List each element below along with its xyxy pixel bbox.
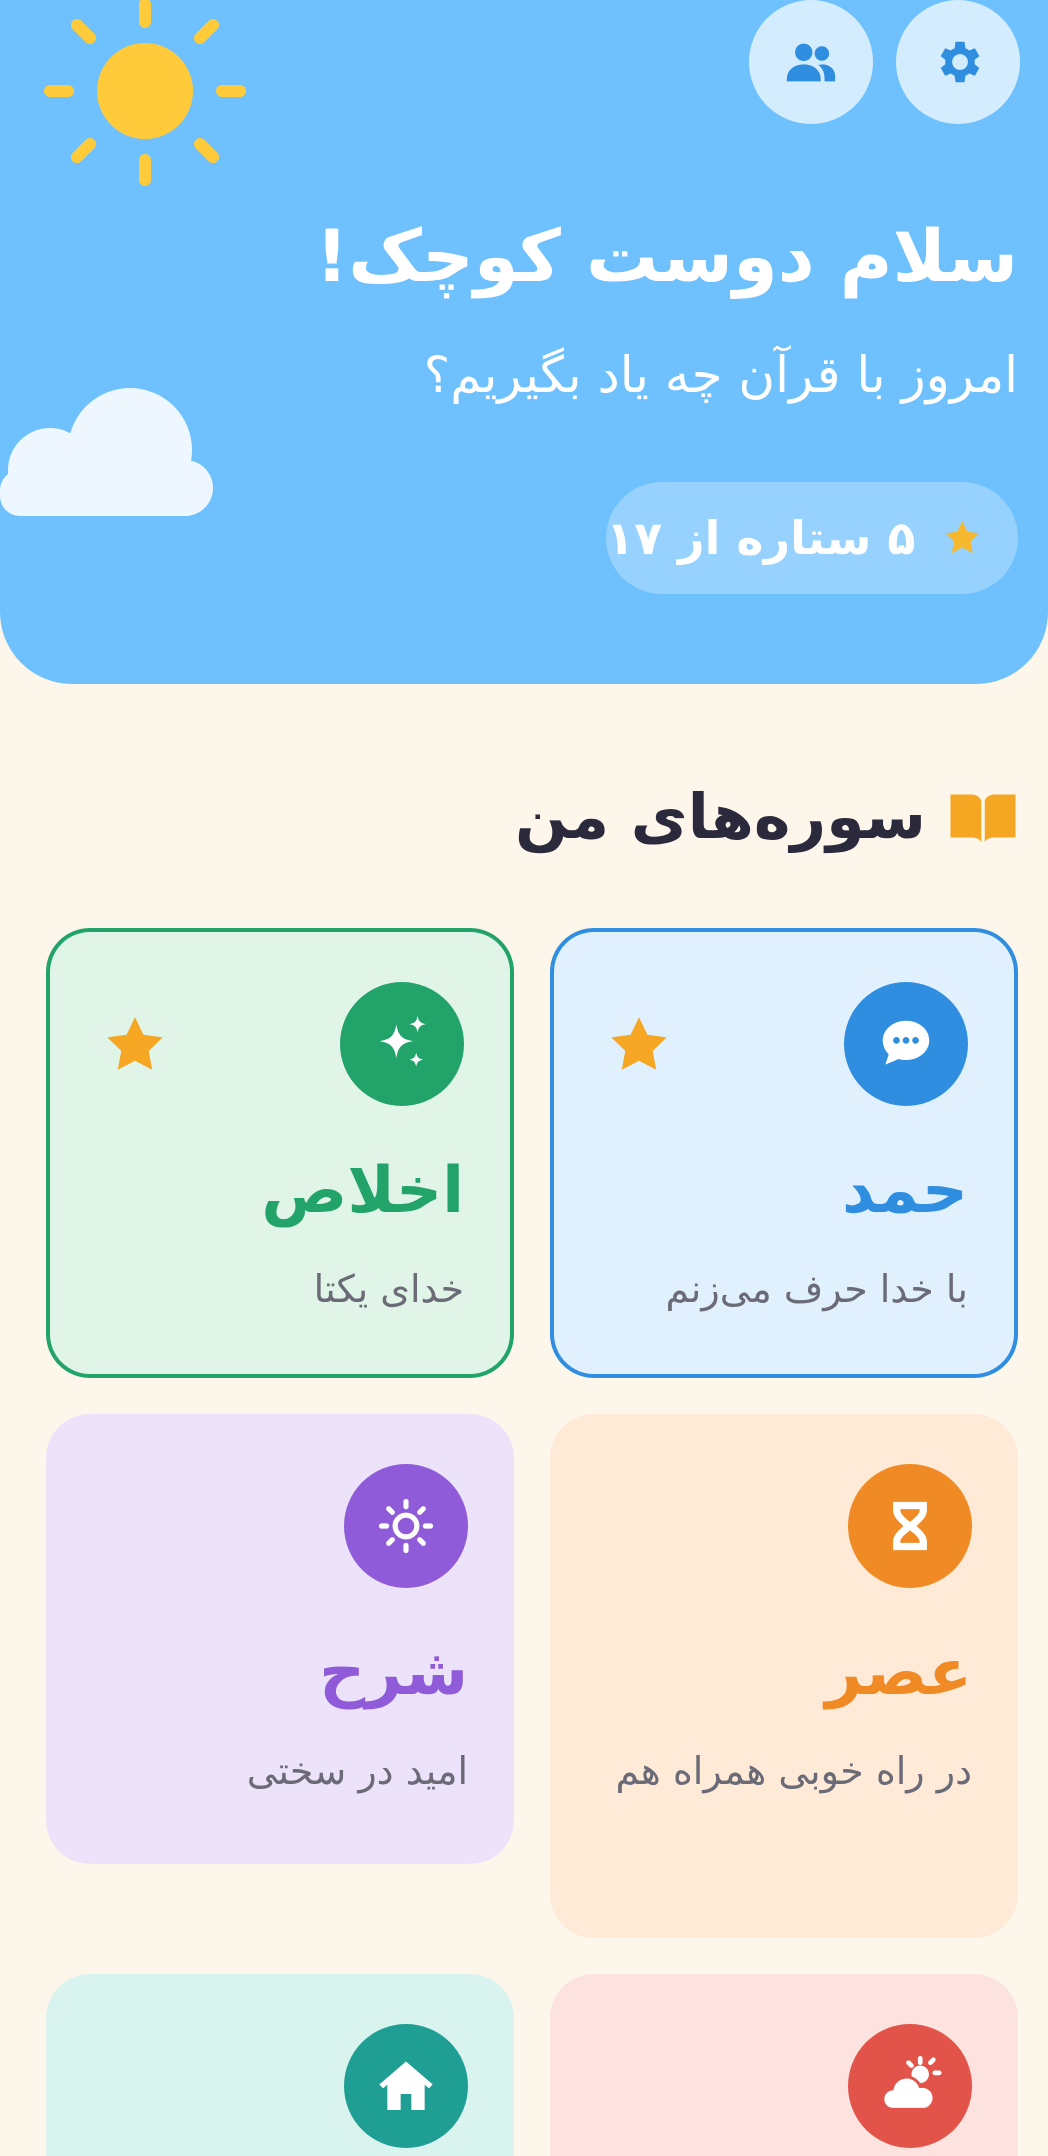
surah-card-ikhlas[interactable]: اخلاص خدای یکتا [46,928,514,1378]
greeting-title: سلام دوست کوچک! [315,214,1018,298]
surah-card-6[interactable] [46,1974,514,2156]
surah-name: عصر [825,1636,972,1710]
chat-bubble-icon [882,1020,930,1065]
star-icon [611,1017,667,1070]
star-icon [107,1017,163,1070]
surah-icon-badge [340,982,464,1106]
header-banner: سلام دوست کوچک! امروز با قرآن چه یاد بگی… [0,0,1048,684]
surah-icon-badge [344,2024,468,2148]
surah-name: اخلاص [261,1154,464,1228]
surah-card-asr[interactable]: عصر در راه خوبی همراه هم [550,1414,1018,1938]
surah-card-5[interactable] [550,1974,1018,2156]
section-title-text: سوره‌های من [515,780,926,853]
stars-progress-badge: ۵ ستاره از ۱۷ [606,482,1018,594]
star-icon [945,521,980,554]
open-book-icon [950,794,1016,842]
surah-icon-badge [848,2024,972,2148]
hourglass-icon [893,1501,927,1551]
settings-button[interactable] [896,0,1020,124]
surah-description: خدای یکتا [313,1267,464,1311]
surah-description: با خدا حرف می‌زنم [665,1267,968,1311]
surah-description: امید در سختی [246,1749,468,1793]
gear-icon [940,41,980,83]
surah-card-sharh[interactable]: شرح امید در سختی [46,1414,514,1864]
surah-card-hamd[interactable]: حمد با خدا حرف می‌زنم [550,928,1018,1378]
home-icon [379,2061,433,2110]
cloud-sun-icon [881,2055,942,2111]
users-icon [786,43,836,82]
surah-description: در راه خوبی همراه هم [615,1749,972,1793]
surah-icon-badge [844,982,968,1106]
stars-count-label: ۵ ستاره از ۱۷ [606,511,916,565]
sun-decoration-icon [44,0,246,186]
greeting-subtitle: امروز با قرآن چه یاد بگیریم؟ [423,346,1018,404]
section-title: سوره‌های من [515,780,1018,853]
parents-button[interactable] [749,0,873,124]
sun-icon [378,1498,434,1554]
surah-name: شرح [319,1636,468,1710]
surah-icon-badge [848,1464,972,1588]
surah-name: حمد [842,1154,968,1228]
cloud-decoration-icon [0,388,213,516]
surah-icon-badge [344,1464,468,1588]
sparkles-icon [379,1015,427,1067]
